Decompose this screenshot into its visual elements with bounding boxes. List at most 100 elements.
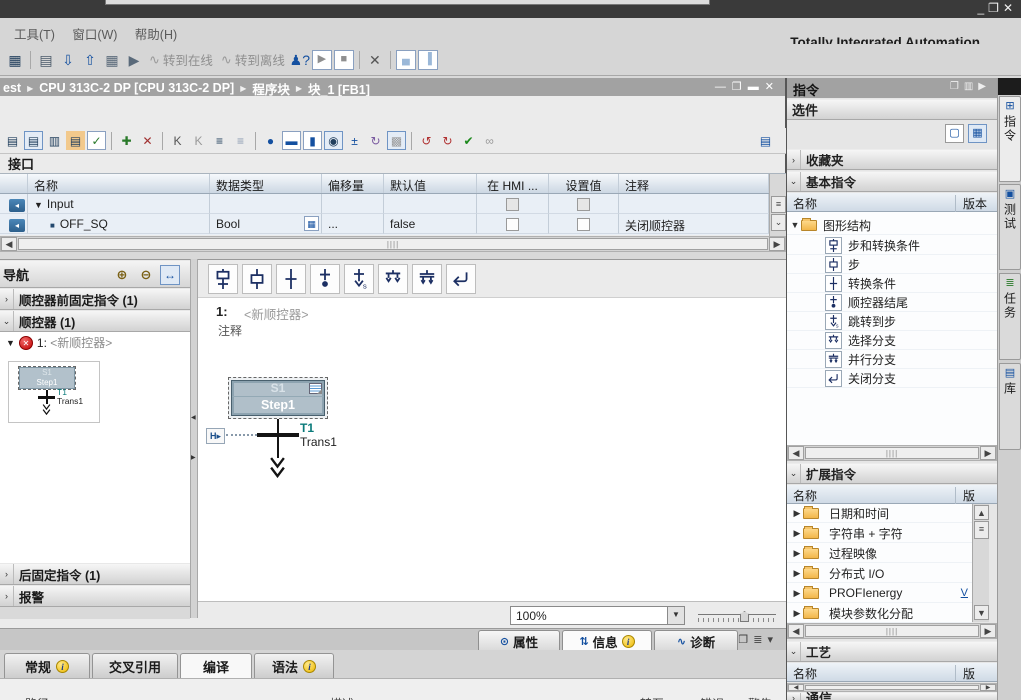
project-view-icon[interactable]: ▦	[5, 50, 25, 70]
chevron-down-icon[interactable]: ▼	[789, 220, 801, 230]
breadcrumb-project[interactable]: est	[3, 81, 21, 95]
scroll-down-icon[interactable]: ⌄	[771, 214, 786, 231]
subtab-cross-references[interactable]: 交叉引用	[92, 653, 178, 678]
transition-condition-icon[interactable]: H▸	[206, 428, 225, 444]
breadcrumb-block[interactable]: 块_1 [FB1]	[308, 79, 370, 98]
side-tab-tasks[interactable]: ≣ 任务	[999, 273, 1021, 360]
tab-diagnostics[interactable]: ∿ 诊断	[654, 630, 738, 651]
dock-icon[interactable]: ▥	[964, 81, 978, 92]
version-link[interactable]: V	[961, 587, 968, 599]
zoom-in-icon[interactable]: ⊕	[112, 265, 132, 285]
menu-icon[interactable]: ≣	[753, 634, 767, 646]
section-extended-instructions[interactable]: ⌄扩展指令	[787, 463, 997, 484]
scrollbar-thumb[interactable]: ||||	[805, 447, 979, 458]
instruction-item[interactable]: 选择分支	[787, 331, 997, 350]
transition-name[interactable]: Trans1	[300, 435, 337, 449]
scrollbar-thumb[interactable]: ≡	[974, 521, 989, 539]
start-runtime-icon[interactable]: ▶	[124, 50, 144, 70]
magic-wand-icon[interactable]: ▩	[387, 131, 406, 150]
menu-help[interactable]: 帮助(H)	[135, 24, 177, 43]
scroll-up-icon[interactable]: ▲	[974, 505, 989, 520]
go-offline-button[interactable]: ∿转到离线	[221, 50, 285, 69]
chevron-right-icon[interactable]: ▶	[791, 508, 803, 519]
default-cell[interactable]: false	[384, 214, 477, 234]
hmi-checkbox[interactable]	[506, 218, 519, 231]
collapse-right-icon[interactable]: ▶	[978, 81, 991, 92]
symbolic-operand-icon[interactable]: K	[189, 131, 208, 150]
zoom-combobox[interactable]: 100% ▼	[510, 606, 685, 625]
maximize-icon[interactable]: ▬	[748, 81, 765, 93]
scroll-right-icon[interactable]: ▶	[980, 684, 996, 691]
col-hmi[interactable]: 在 HMI ...	[477, 174, 549, 193]
list-view-icon[interactable]: ▢	[945, 124, 964, 143]
accessible-devices-icon[interactable]: ♟?	[290, 50, 310, 70]
subtab-compile[interactable]: 编译	[180, 653, 252, 678]
start-cpu-icon[interactable]: ▶	[312, 50, 332, 70]
show-overview-icon[interactable]: ▤	[3, 131, 22, 150]
step-button[interactable]	[242, 264, 272, 294]
scroll-left-icon[interactable]: ◀	[788, 624, 804, 638]
parallel-branch-button[interactable]	[412, 264, 442, 294]
transition-button[interactable]	[276, 264, 306, 294]
scrollbar-thumb[interactable]: ||||	[805, 625, 979, 636]
float-icon[interactable]: ❐	[950, 81, 964, 92]
operand-comment-off-icon[interactable]: ≡	[231, 131, 250, 150]
table-vertical-scrollbar[interactable]: ≡ ⌄	[769, 174, 786, 236]
float-icon[interactable]: ❐	[738, 634, 753, 646]
alternative-branch-button[interactable]	[378, 264, 408, 294]
pane-splitter[interactable]: ▲ ▼	[0, 252, 786, 259]
step-actions-icon[interactable]	[309, 383, 322, 394]
chevron-down-icon[interactable]: ▼	[667, 607, 684, 624]
favorites-toggle-icon[interactable]: ●	[261, 131, 280, 150]
folder-item[interactable]: ▶分布式 I/O	[787, 564, 972, 583]
table-horizontal-scrollbar[interactable]: ◀ |||| ▶	[0, 236, 786, 252]
option-check-icon[interactable]: ✓	[87, 131, 106, 150]
folder-item[interactable]: ▶字符串 + 字符	[787, 524, 972, 543]
name-cell[interactable]: ▼Input	[28, 194, 210, 214]
insert-network-icon[interactable]: ✚	[117, 131, 136, 150]
datatype-cell[interactable]	[210, 194, 322, 214]
minimize-icon[interactable]: _	[977, 1, 988, 15]
scroll-left-icon[interactable]: ◀	[1, 237, 17, 251]
instruction-item[interactable]: s跳转到步	[787, 312, 997, 331]
detach-editor-icon[interactable]: ▤	[756, 131, 775, 150]
consistency-check-icon[interactable]: ✔	[459, 131, 478, 150]
nav-splitter[interactable]: ◀ ▶	[190, 259, 198, 618]
chevron-right-icon[interactable]: ▶	[791, 608, 803, 619]
side-tab-instructions[interactable]: ⊞ 指令	[999, 96, 1021, 182]
hmi-checkbox[interactable]	[506, 198, 519, 211]
tree-folder-row[interactable]: ▼ 图形结构	[787, 216, 997, 235]
instruction-item[interactable]: 步	[787, 255, 997, 274]
section-basic-instructions[interactable]: ⌄基本指令	[787, 171, 997, 192]
upload-from-device-icon[interactable]: ⇧	[80, 50, 100, 70]
zoom-slider[interactable]	[698, 611, 776, 623]
go-online-button[interactable]: ∿转到在线	[149, 50, 213, 69]
stop-cpu-icon[interactable]: ■	[334, 50, 354, 70]
step-name[interactable]: Step1	[232, 397, 324, 414]
scroll-right-icon[interactable]: ▶	[769, 237, 785, 251]
sequence-end-button[interactable]	[310, 264, 340, 294]
fit-width-icon[interactable]: ↔	[160, 265, 180, 285]
extended-vertical-scrollbar[interactable]: ▲ ≡ ▼	[972, 504, 989, 622]
scroll-right-icon[interactable]: ▶	[980, 446, 996, 460]
step-and-transition-button[interactable]	[208, 264, 238, 294]
expander-icon[interactable]: ▼	[34, 200, 43, 210]
table-row[interactable]: ◂ ■OFF_SQ Bool▦ ... false 关闭顺控器	[0, 214, 786, 234]
chevron-right-icon[interactable]: ▶	[791, 588, 803, 599]
restore-icon[interactable]: ❐	[988, 1, 1003, 15]
scrollbar-thumb[interactable]: ||||	[18, 238, 768, 249]
section-post-instructions[interactable]: › 后固定指令 (1)	[0, 563, 190, 585]
datatype-dropdown-icon[interactable]: ▦	[304, 216, 319, 231]
minimize-icon[interactable]: —	[715, 81, 732, 93]
col-setpoint[interactable]: 设置值	[549, 174, 619, 193]
col-comment[interactable]: 注释	[619, 174, 769, 193]
chevron-right-icon[interactable]: ▶	[791, 548, 803, 559]
step-box[interactable]: S1 Step1	[231, 380, 325, 416]
section-sequencer[interactable]: ⌄ 顺控器 (1)	[0, 310, 190, 332]
expand-right-icon[interactable]: ▶	[191, 454, 196, 461]
split-editor-vertical-icon[interactable]: ▐	[418, 50, 438, 70]
collapse-icon[interactable]: ▾	[767, 634, 778, 646]
sequence-name[interactable]: <新顺控器>	[244, 304, 309, 323]
comments-toggle-icon[interactable]: ◉	[324, 131, 343, 150]
jump-to-step-button[interactable]: s	[344, 264, 374, 294]
